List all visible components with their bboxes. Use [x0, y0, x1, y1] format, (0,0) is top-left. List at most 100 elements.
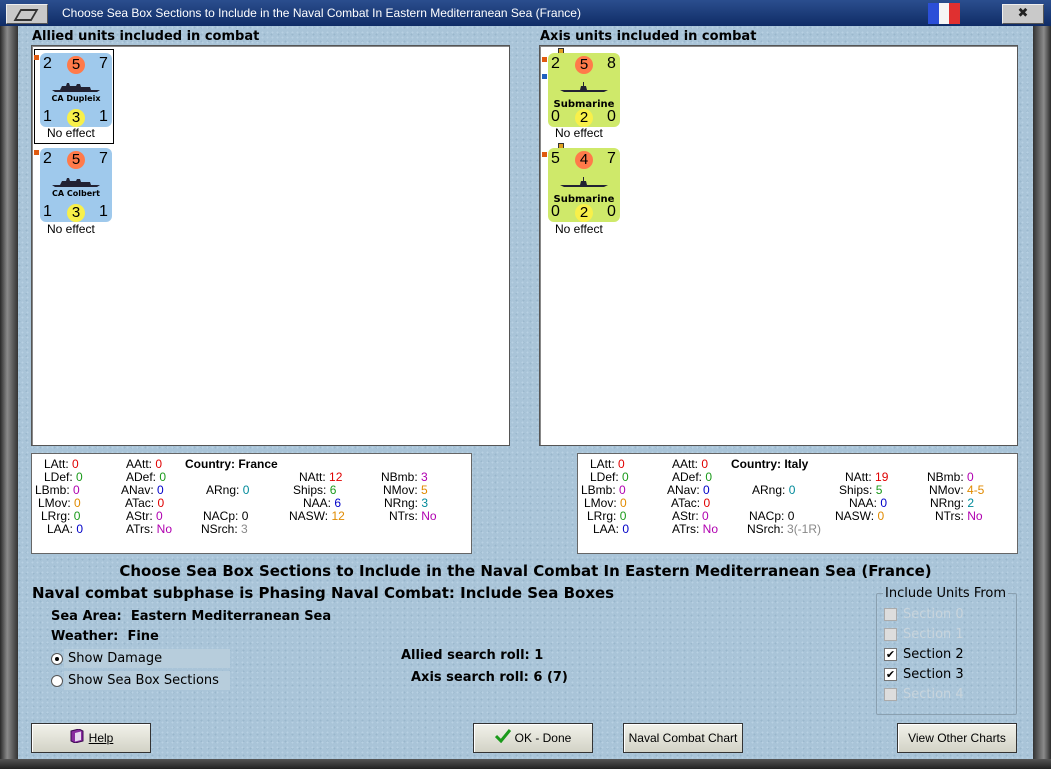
- section-3-checkbox[interactable]: ✔: [884, 668, 897, 681]
- stat-laa: LAA: 0: [593, 522, 630, 536]
- stat-natt: NAtt: 19: [845, 470, 889, 484]
- stat-lmov: LMov: 0: [584, 496, 627, 510]
- stat-nrng: NRng: 2: [930, 496, 975, 510]
- submarine-silhouette-icon: [560, 82, 608, 92]
- stat-nasw: NASW: 12: [289, 509, 345, 523]
- stat-naa: NAA: 0: [849, 496, 888, 510]
- stat-lrrg: LRrg: 0: [587, 509, 627, 523]
- stat-arng: ARng: 0: [752, 483, 796, 497]
- stat-ldef: LDef: 0: [44, 470, 83, 484]
- stat-latt: LAtt: 0: [44, 457, 79, 471]
- weather-value: Fine: [127, 629, 159, 644]
- counter-attack-circle: 5: [67, 56, 85, 74]
- counter-attack: 2: [551, 55, 560, 72]
- counter-range: 8: [607, 55, 616, 72]
- france-flag-icon: [928, 3, 961, 24]
- stat-ships: Ships: 5: [839, 483, 883, 497]
- counter-movement: 0: [607, 203, 616, 220]
- axis-units-panel[interactable]: 2 5 8 Submarine 0 2 0 No effect 5 4 7 Su…: [539, 45, 1018, 446]
- stat-naa: NAA: 6: [303, 496, 342, 510]
- stat-ships: Ships: 6: [293, 483, 337, 497]
- country-label: Country: France: [185, 457, 278, 471]
- stat-nsrch: NSrch: 3: [201, 522, 248, 536]
- window-title: Choose Sea Box Sections to Include in th…: [62, 6, 581, 20]
- section-2-label: Section 2: [903, 647, 964, 662]
- sea-area-info: Sea Area: Eastern Mediterranean Sea: [51, 609, 331, 624]
- axis-search-roll: Axis search roll: 6 (7): [411, 670, 568, 685]
- counter-defense: 0: [551, 203, 560, 220]
- stat-atrs: ATrs: No: [672, 522, 719, 536]
- unit-effect-label: No effect: [47, 126, 95, 140]
- counter-defense: 1: [43, 108, 52, 125]
- stat-atac: ATac: 0: [125, 496, 165, 510]
- show-sections-radio[interactable]: [51, 675, 63, 687]
- unit-counter-submarine[interactable]: 5 4 7 Submarine 0 2 0: [548, 148, 620, 222]
- counter-range: 7: [99, 55, 108, 72]
- stat-nsrch: NSrch: 3(-1R): [747, 522, 822, 536]
- allied-units-panel[interactable]: 2 5 7 CA Dupleix 1 3 1 No effect 2 5 7 C…: [31, 45, 510, 446]
- cruiser-silhouette-icon: [52, 83, 100, 92]
- close-icon[interactable]: ✖: [1002, 4, 1044, 24]
- title-bar: Choose Sea Box Sections to Include in th…: [0, 0, 1051, 26]
- window-menu-icon[interactable]: [6, 4, 48, 24]
- counter-defense: 1: [43, 203, 52, 220]
- unit-effect-label: No effect: [555, 126, 603, 140]
- cruiser-silhouette-icon: [52, 178, 100, 187]
- stat-astr: AStr: 0: [672, 509, 709, 523]
- section-1-label: Section 1: [903, 627, 964, 642]
- section-1-checkbox[interactable]: [884, 628, 897, 641]
- stat-atrs: ATrs: No: [126, 522, 173, 536]
- country-label: Country: Italy: [731, 457, 809, 471]
- counter-movement: 1: [99, 108, 108, 125]
- stat-arng: ARng: 0: [206, 483, 250, 497]
- counter-attack: 2: [43, 55, 52, 72]
- counter-attack: 5: [551, 150, 560, 167]
- counter-defense-circle: 2: [575, 204, 593, 222]
- counter-defense: 0: [551, 108, 560, 125]
- stat-ntrs: NTrs: No: [389, 509, 437, 523]
- ok-done-button[interactable]: OK - Done: [473, 723, 593, 753]
- stat-nrng: NRng: 3: [384, 496, 429, 510]
- help-button[interactable]: Help: [31, 723, 151, 753]
- unit-counter-submarine[interactable]: 2 5 8 Submarine 0 2 0: [548, 53, 620, 127]
- show-damage-label[interactable]: Show Damage: [64, 650, 166, 667]
- section-3-label: Section 3: [903, 667, 964, 682]
- unit-effect-label: No effect: [555, 222, 603, 236]
- window-frame-bottom: [0, 759, 1051, 769]
- section-0-label: Section 0: [903, 607, 964, 622]
- unit-marker-icon: [34, 55, 39, 60]
- unit-marker-icon: [542, 152, 547, 157]
- counter-unit-name: CA Colbert: [52, 189, 100, 198]
- axis-units-header: Axis units included in combat: [540, 29, 757, 44]
- counter-attack: 2: [43, 150, 52, 167]
- unit-effect-label: No effect: [47, 222, 95, 236]
- section-4-checkbox[interactable]: [884, 688, 897, 701]
- stat-nbmb: NBmb: 0: [927, 470, 974, 484]
- unit-marker-icon: [542, 57, 547, 62]
- subphase-label: Naval combat subphase is Phasing Naval C…: [32, 584, 615, 602]
- stat-nasw: NASW: 0: [835, 509, 885, 523]
- show-sections-label[interactable]: Show Sea Box Sections: [64, 672, 223, 689]
- stat-aatt: AAtt: 0: [672, 457, 709, 471]
- stat-anav: ANav: 0: [121, 483, 164, 497]
- counter-defense-circle: 2: [575, 109, 593, 127]
- show-damage-radio[interactable]: [51, 653, 63, 665]
- stat-anav: ANav: 0: [667, 483, 710, 497]
- stat-aatt: AAtt: 0: [126, 457, 163, 471]
- include-units-group: Include Units From Section 0 Section 1 ✔…: [876, 586, 1017, 715]
- view-other-charts-button[interactable]: View Other Charts: [897, 723, 1017, 753]
- unit-counter-ca-dupleix[interactable]: 2 5 7 CA Dupleix 1 3 1: [40, 53, 112, 127]
- unit-counter-ca-colbert[interactable]: 2 5 7 CA Colbert 1 3 1: [40, 148, 112, 222]
- section-0-checkbox[interactable]: [884, 608, 897, 621]
- sea-area-label: Sea Area:: [51, 609, 122, 624]
- dialog-heading: Choose Sea Box Sections to Include in th…: [119, 562, 932, 580]
- stat-lmov: LMov: 0: [38, 496, 81, 510]
- naval-combat-chart-button[interactable]: Naval Combat Chart: [623, 723, 743, 753]
- help-book-icon: [69, 725, 85, 753]
- section-2-checkbox[interactable]: ✔: [884, 648, 897, 661]
- stat-lrrg: LRrg: 0: [41, 509, 81, 523]
- counter-unit-name: CA Dupleix: [51, 94, 101, 103]
- counter-attack-circle: 5: [67, 151, 85, 169]
- stat-lbmb: LBmb: 0: [581, 483, 626, 497]
- allied-stats-panel: LAtt: 0 LDef: 0 LBmb: 0 LMov: 0 LRrg: 0 …: [31, 453, 472, 554]
